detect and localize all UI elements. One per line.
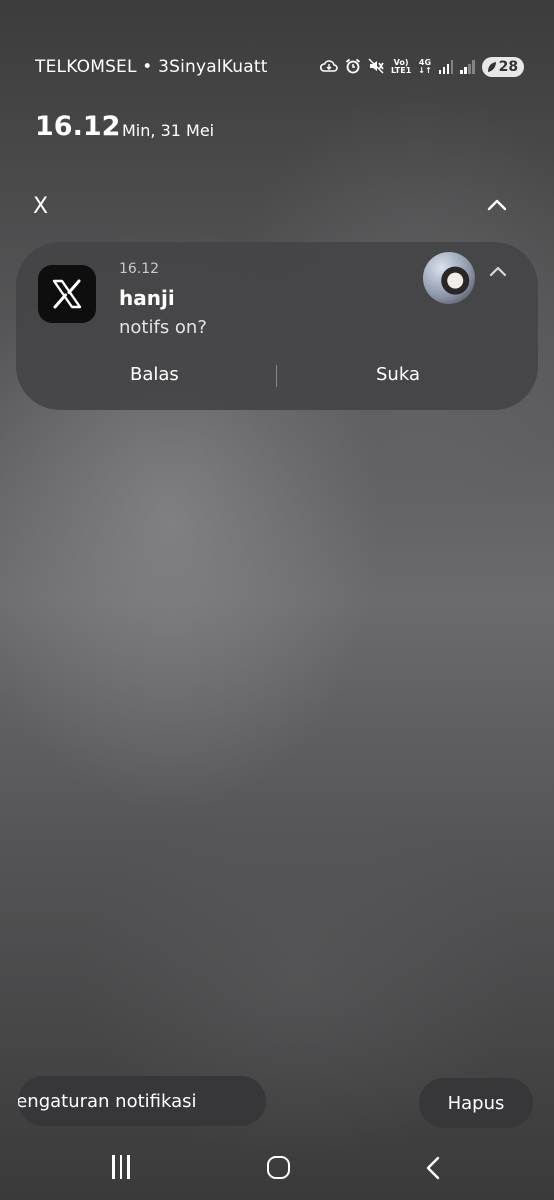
clock-time: 16.12 — [35, 111, 121, 142]
notification-group-app-name[interactable]: X — [33, 194, 48, 219]
data-arrows-icon: ↓↑ — [418, 66, 432, 75]
recent-apps-icon[interactable] — [112, 1155, 136, 1179]
collapse-group-chevron-icon[interactable] — [486, 195, 508, 215]
notification-settings-label: Pengaturan notifikasi — [18, 1090, 197, 1112]
action-divider — [276, 365, 277, 387]
signal-icon-sim2 — [460, 60, 475, 74]
sender-avatar — [423, 252, 475, 304]
notification-time: 16.12 — [119, 261, 160, 277]
notification-sender: hanji — [119, 286, 175, 310]
collapse-notification-chevron-icon[interactable] — [487, 262, 509, 280]
status-icons: Vo) LTE1 4G ↓↑ 28 — [319, 56, 525, 78]
clear-all-button[interactable]: Hapus — [419, 1078, 533, 1128]
x-app-icon — [38, 265, 96, 323]
mute-icon — [368, 58, 384, 77]
notification-message: notifs on? — [119, 317, 207, 338]
clock-date: Min, 31 Mei — [122, 121, 215, 140]
signal-icon — [438, 60, 454, 74]
x-logo-icon — [52, 279, 82, 309]
like-action-button[interactable]: Suka — [376, 364, 420, 385]
leaf-icon — [487, 62, 496, 72]
home-icon[interactable] — [267, 1156, 290, 1179]
alarm-icon — [345, 58, 361, 77]
carrier-name: TELKOMSEL • 3SinyalKuatt — [35, 57, 268, 77]
reply-action-button[interactable]: Balas — [130, 364, 179, 385]
back-icon[interactable] — [424, 1155, 442, 1181]
network-type: 4G ↓↑ — [418, 59, 431, 75]
volte-bottom-label: LTE1 — [391, 66, 412, 75]
battery-icon: 28 — [481, 57, 525, 77]
notification-settings-button[interactable]: Pengaturan notifikasi — [18, 1076, 266, 1126]
battery-level: 28 — [498, 59, 519, 75]
volte-icon: Vo) LTE1 — [391, 59, 411, 75]
cloud-sync-icon — [319, 59, 338, 76]
